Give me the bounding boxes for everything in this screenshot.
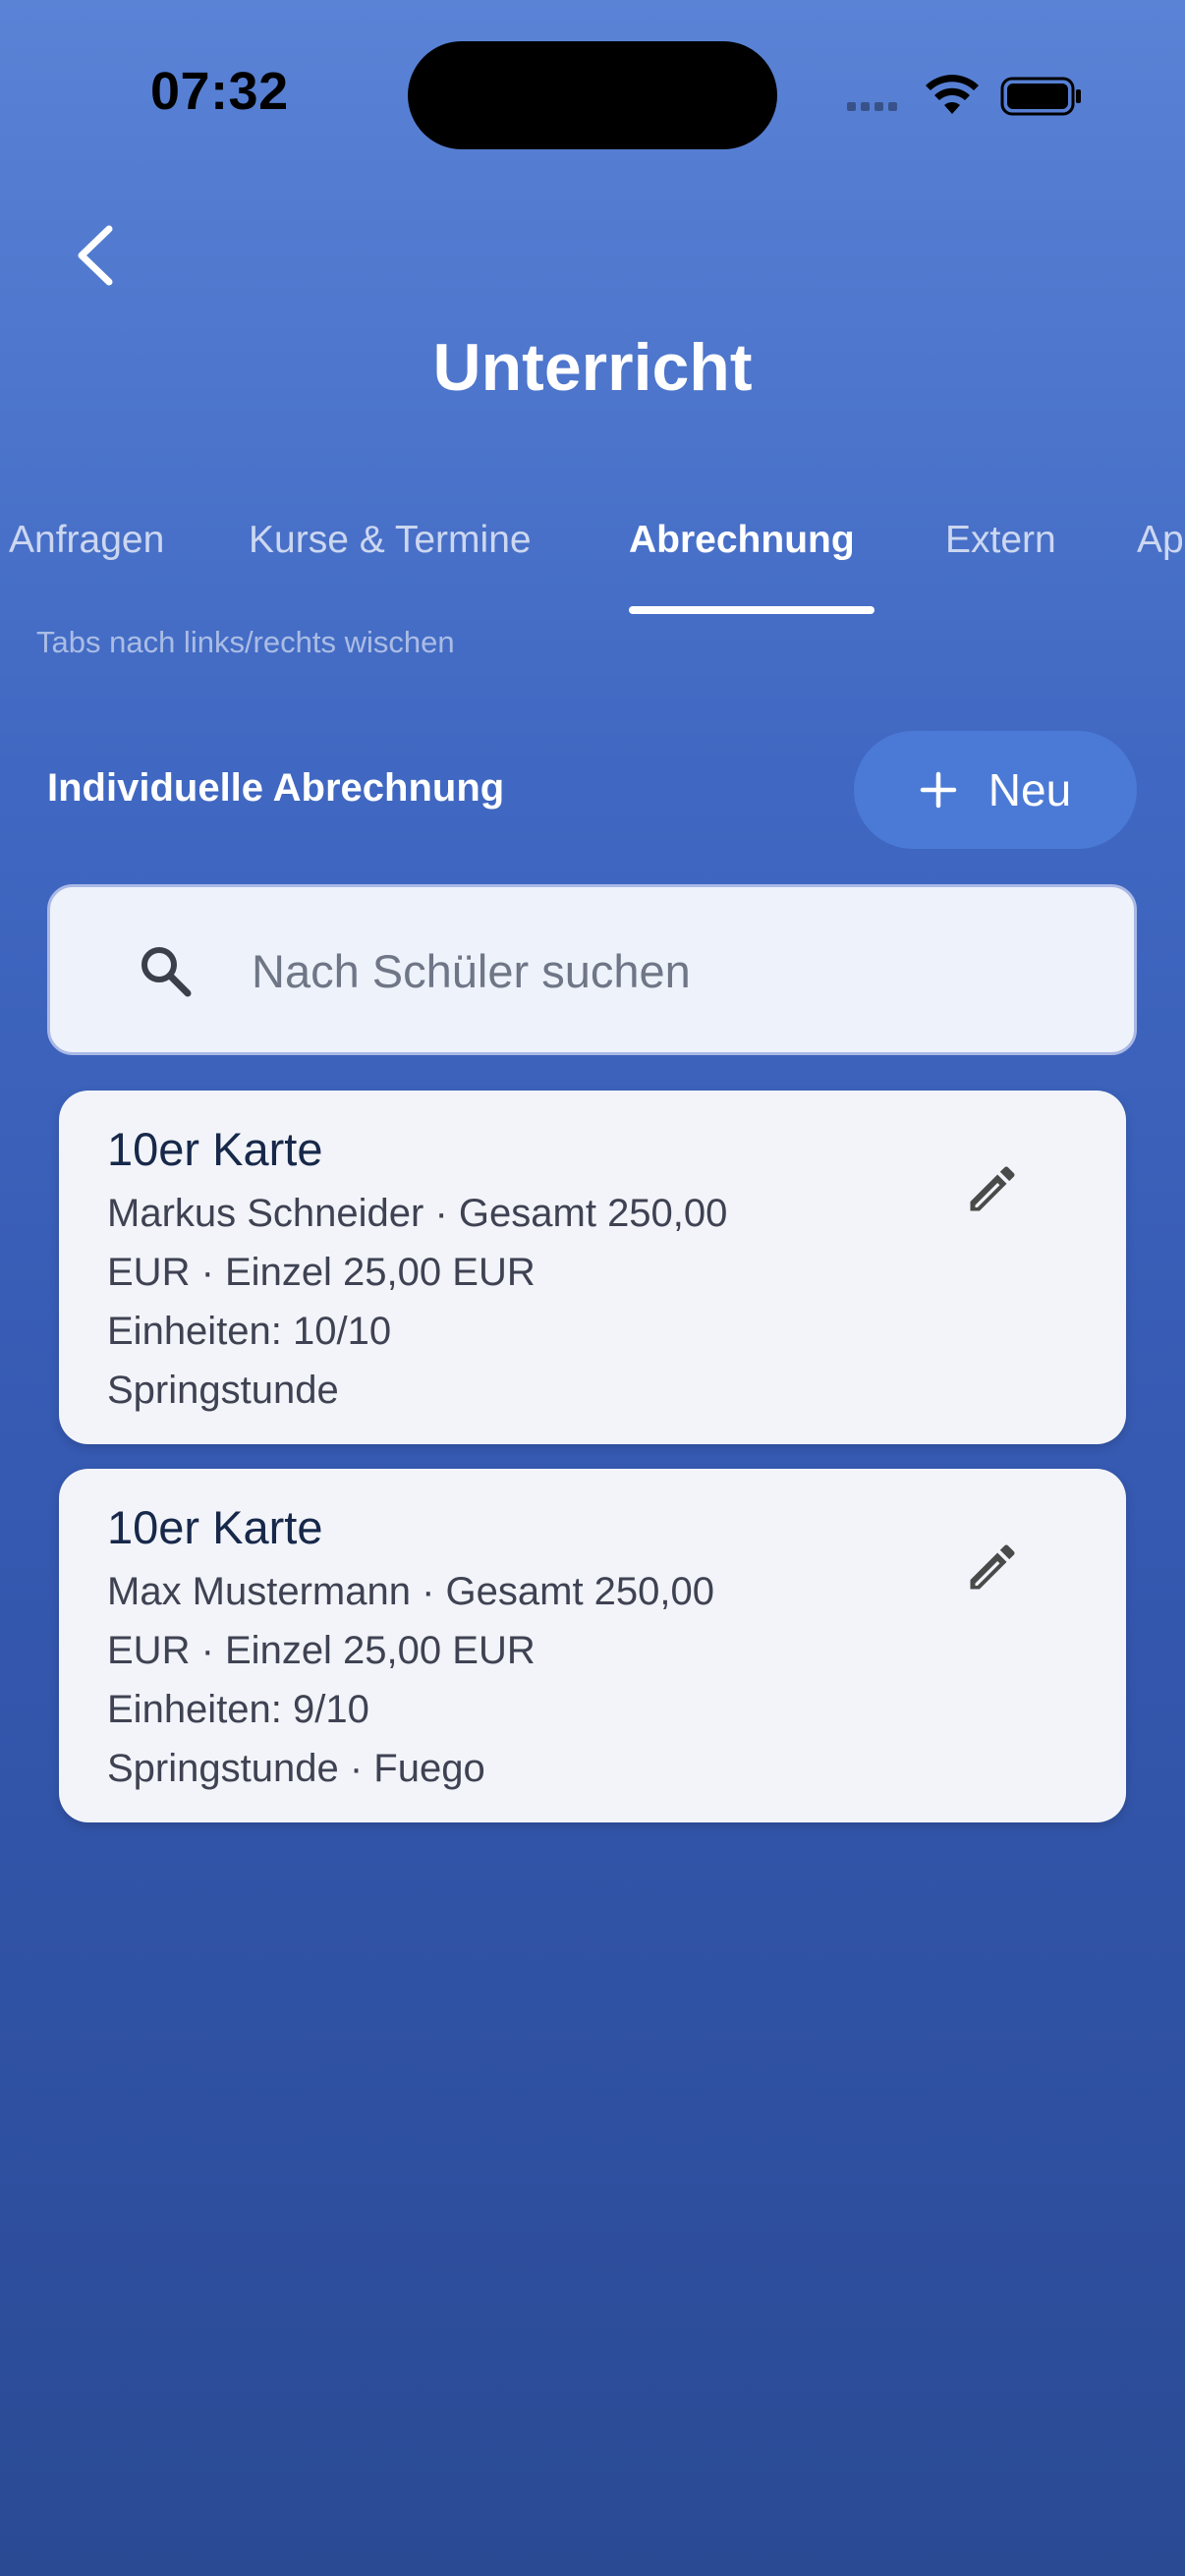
tab-anfragen[interactable]: Anfragen (9, 511, 164, 614)
back-button[interactable] (61, 211, 130, 300)
card-detail-line: Max Mustermann · Gesamt 250,00 (107, 1570, 715, 1613)
card-units: Einheiten: 10/10 (107, 1310, 392, 1353)
pencil-icon (970, 1544, 1015, 1590)
card-title: 10er Karte (107, 1123, 323, 1175)
cellular-signal-icon (847, 102, 897, 111)
search-field[interactable] (47, 884, 1137, 1055)
battery-icon (1000, 77, 1081, 116)
tabs-hint: Tabs nach links/rechts wischen (36, 625, 455, 659)
card-units: Einheiten: 9/10 (107, 1688, 369, 1731)
search-input[interactable] (202, 926, 1087, 1015)
search-icon (141, 947, 192, 997)
dynamic-island (408, 41, 777, 149)
list-item[interactable]: 10er Karte Markus Schneider · Gesamt 250… (59, 1091, 1126, 1444)
list-item[interactable]: 10er Karte Max Mustermann · Gesamt 250,0… (59, 1469, 1126, 1822)
tab-bar[interactable]: Anfragen Kurse & Termine Abrechnung Exte… (0, 511, 1185, 614)
tab-extern[interactable]: Extern (945, 511, 1056, 614)
card-detail-line: Markus Schneider · Gesamt 250,00 (107, 1192, 728, 1235)
tab-abrechnung[interactable]: Abrechnung (629, 511, 855, 614)
status-time: 07:32 (150, 62, 289, 121)
plus-icon (920, 771, 957, 809)
card-detail-line: EUR · Einzel 25,00 EUR (107, 1629, 536, 1672)
edit-button[interactable] (943, 1140, 1042, 1238)
section-title: Individuelle Abrechnung (47, 766, 505, 810)
page-title: Unterricht (432, 330, 753, 405)
card-course: Springstunde (107, 1369, 339, 1412)
tab-kurse-termine[interactable]: Kurse & Termine (249, 511, 532, 614)
card-title: 10er Karte (107, 1501, 323, 1553)
new-button[interactable]: Neu (854, 731, 1137, 849)
chevron-left-icon (78, 225, 113, 286)
card-course: Springstunde · Fuego (107, 1747, 485, 1790)
active-tab-indicator (629, 606, 875, 614)
new-button-label: Neu (988, 764, 1072, 815)
edit-button[interactable] (943, 1518, 1042, 1616)
card-detail-line: EUR · Einzel 25,00 EUR (107, 1251, 536, 1294)
wifi-icon (926, 75, 979, 114)
tab-ap[interactable]: Ap (1137, 511, 1184, 614)
pencil-icon (970, 1166, 1015, 1211)
